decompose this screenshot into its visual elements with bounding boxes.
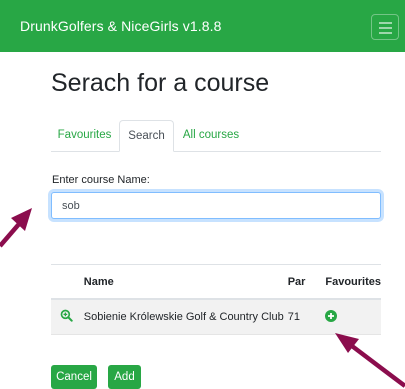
page-title: Serach for a course	[51, 69, 270, 97]
table-row: Sobienie Królewskie Golf & Country Club …	[51, 299, 381, 335]
view-cell	[51, 299, 82, 335]
course-name-input[interactable]	[51, 192, 381, 219]
results-table: Name Par Favourites Sobienie Królewskie …	[51, 264, 381, 335]
hamburger-icon-line-1	[379, 22, 392, 24]
favourite-cell	[318, 299, 381, 335]
column-header-par: Par	[283, 264, 319, 300]
plus-circle-icon[interactable]	[325, 309, 338, 325]
cancel-button[interactable]: Cancel	[51, 365, 97, 389]
tab-favourites[interactable]: Favourites	[51, 120, 118, 151]
zoom-in-icon[interactable]	[60, 309, 73, 325]
column-header-favourites: Favourites	[318, 264, 381, 300]
par-cell: 71	[283, 299, 319, 335]
course-name-label: Enter course Name:	[52, 174, 150, 186]
tab-search[interactable]: Search	[119, 120, 174, 152]
column-header-name: Name	[81, 264, 284, 300]
app-title[interactable]: DrunkGolfers & NiceGirls v1.8.8	[20, 18, 222, 34]
menu-toggle-button[interactable]	[371, 14, 399, 40]
table-header-row: Name Par Favourites	[51, 264, 381, 300]
arrow-left-icon	[0, 208, 32, 248]
column-header-view	[51, 264, 82, 300]
navbar: DrunkGolfers & NiceGirls v1.8.8	[0, 0, 405, 52]
hamburger-icon-line-3	[379, 32, 392, 34]
hamburger-icon-line-2	[379, 27, 392, 29]
course-name-cell: Sobienie Królewskie Golf & Country Club	[81, 299, 284, 335]
course-tabs: Favourites Search All courses	[51, 120, 381, 152]
arrow-right-icon	[335, 333, 405, 388]
tab-all-courses[interactable]: All courses	[175, 120, 247, 151]
add-button[interactable]: Add	[108, 365, 141, 389]
